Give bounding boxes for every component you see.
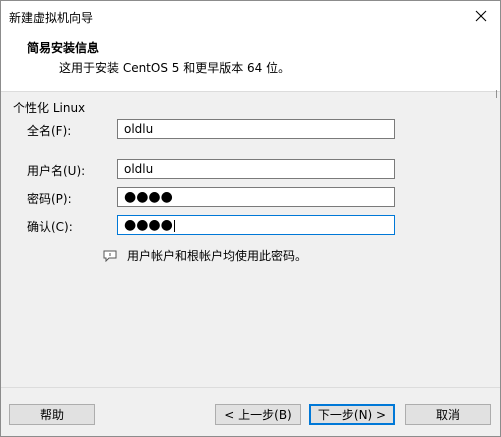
confirm-password-field[interactable]: ●●●● [117,215,395,235]
page-title: 简易安装信息 [27,41,100,55]
close-icon [475,10,487,22]
fullname-label: 全名(F): [27,124,72,138]
footer-divider [1,387,500,388]
wizard-header: 简易安装信息 这用于安装 CentOS 5 和更早版本 64 位。 [1,31,500,92]
password-field[interactable]: ●●●● [117,187,395,207]
confirm-masked-value: ●●●● [124,217,173,233]
info-message-icon [103,250,117,262]
cancel-button[interactable]: 取消 [405,404,491,425]
password-label: 密码(P): [27,192,72,206]
confirm-label: 确认(C): [27,220,73,234]
window-title: 新建虚拟机向导 [9,11,94,25]
page-subtitle: 这用于安装 CentOS 5 和更早版本 64 位。 [59,61,291,75]
text-caret [173,219,175,232]
next-button[interactable]: 下一步(N) > [309,404,395,425]
password-masked-value: ●●●● [124,189,173,205]
edge-artifact: | [495,89,498,98]
new-vm-wizard-dialog: 新建虚拟机向导 简易安装信息 这用于安装 CentOS 5 和更早版本 64 位… [0,0,501,437]
info-message: 用户帐户和根帐户均使用此密码。 [103,247,307,264]
back-button[interactable]: < 上一步(B) [215,404,301,425]
title-bar: 新建虚拟机向导 [1,1,500,31]
info-text: 用户帐户和根帐户均使用此密码。 [127,249,308,263]
help-button[interactable]: 帮助 [9,404,95,425]
username-field[interactable]: oldlu [117,159,395,179]
close-button[interactable] [468,5,494,27]
username-label: 用户名(U): [27,164,86,178]
fullname-field[interactable]: oldlu [117,119,395,139]
group-label-personalize-linux: 个性化 Linux [13,101,86,115]
